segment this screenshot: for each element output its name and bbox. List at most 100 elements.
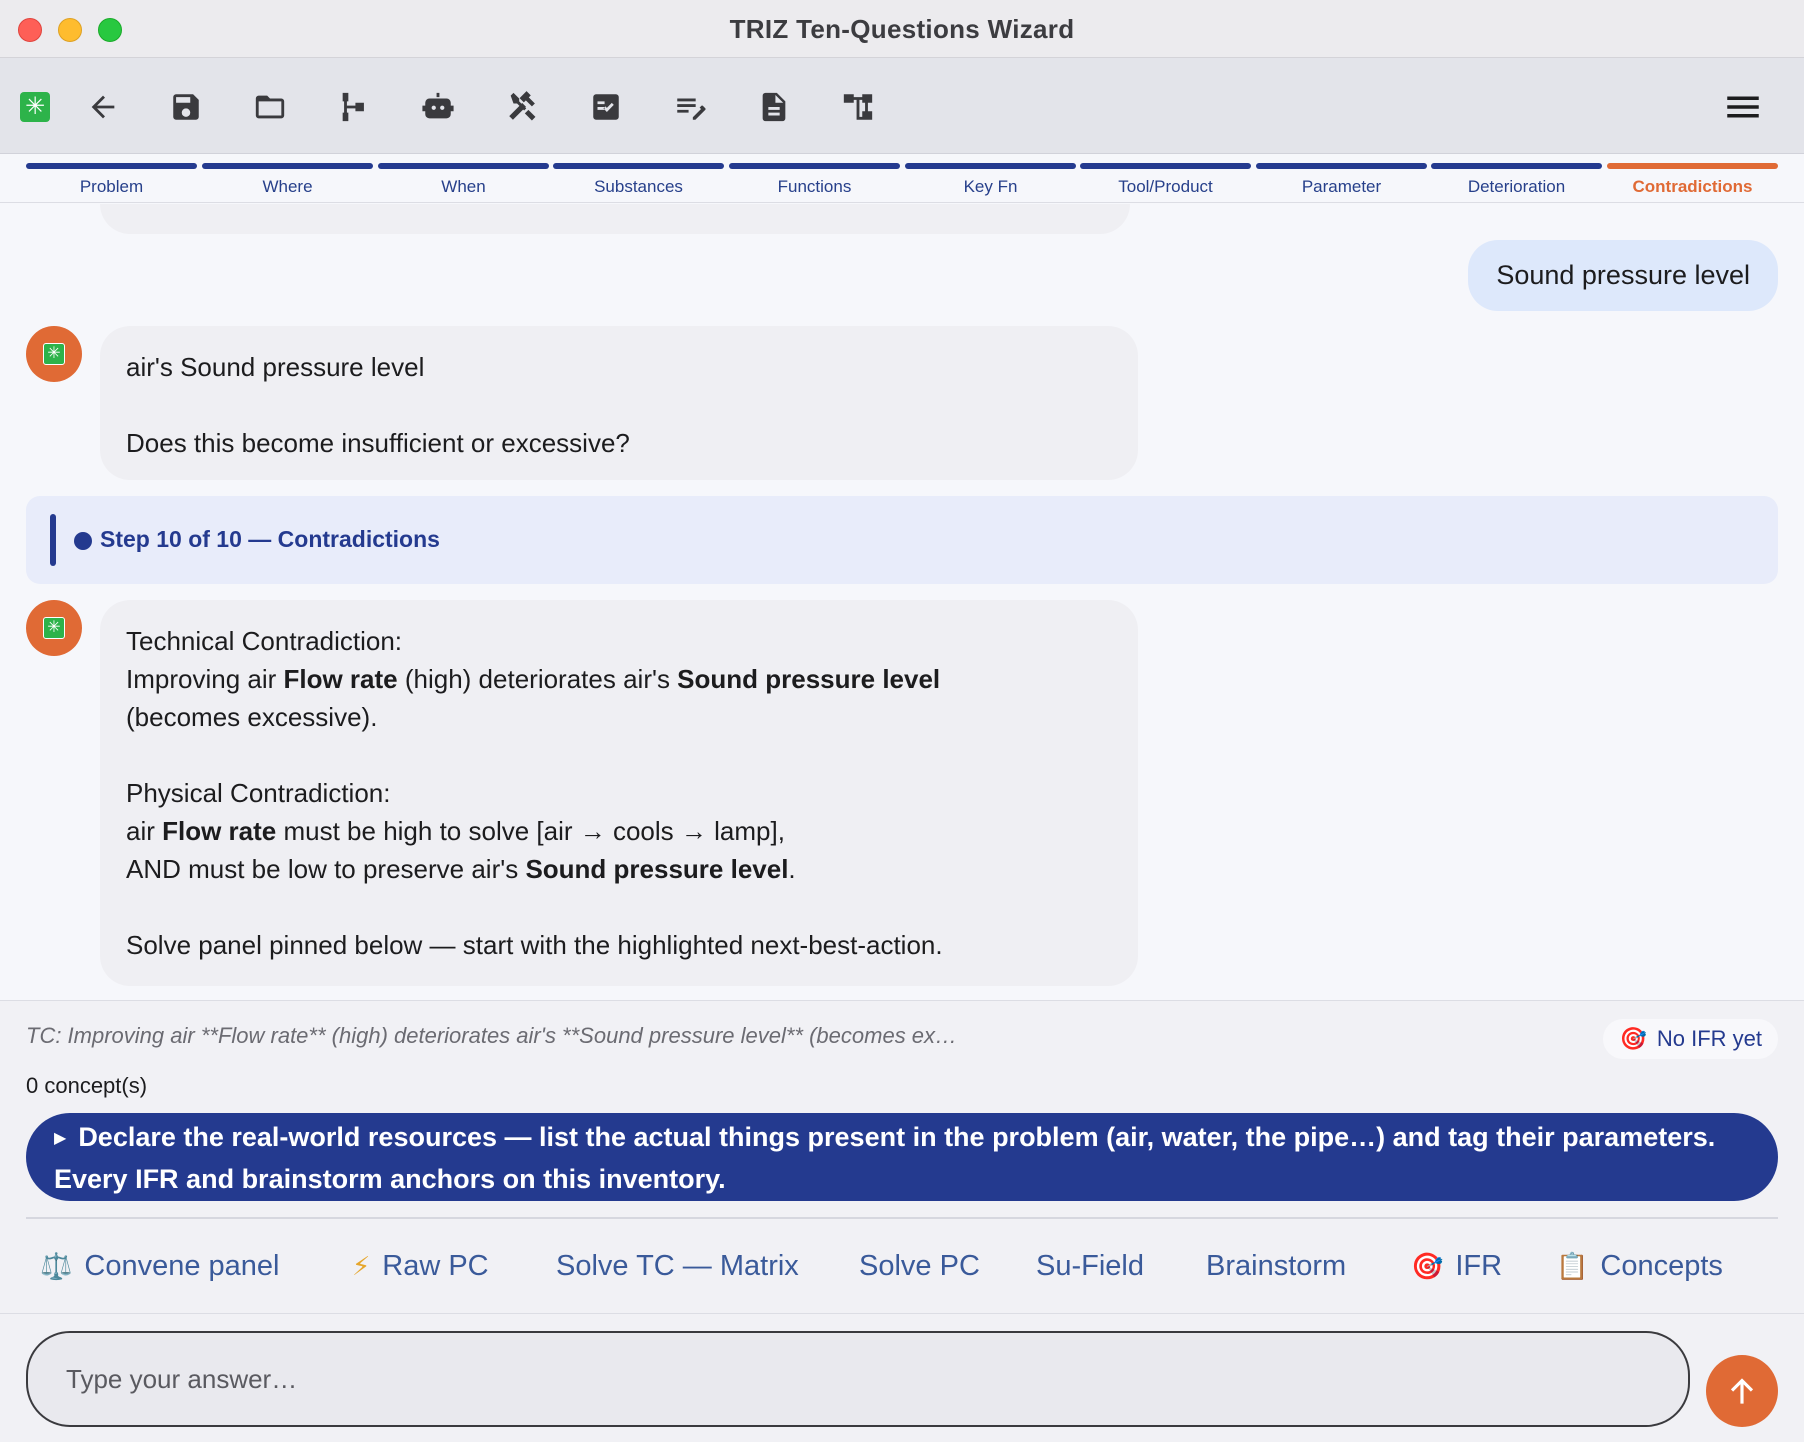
user-message-bubble: Sound pressure level — [1468, 240, 1778, 311]
title-bar: TRIZ Ten-Questions Wizard — [0, 0, 1804, 58]
toolbar: ✳ — [0, 58, 1804, 154]
tab-where[interactable]: Where — [202, 163, 373, 201]
divider — [0, 1313, 1804, 1314]
lightning-icon: ⚡ — [352, 1250, 371, 1281]
arrow-up-icon — [1730, 1378, 1754, 1404]
message-line: Does this become insufficient or excessi… — [126, 428, 630, 458]
tab-label: Key Fn — [963, 177, 1018, 196]
hierarchy-button[interactable] — [833, 82, 883, 132]
tab-label: Where — [262, 177, 313, 196]
checklist-icon — [593, 94, 619, 120]
pc-line-2: AND must be low to preserve air's Sound … — [126, 854, 796, 884]
back-button[interactable] — [78, 82, 128, 132]
app-logo-icon: ✳ — [43, 617, 65, 639]
action-label: Raw PC — [382, 1249, 489, 1282]
solve-tc-matrix-button[interactable]: Solve TC — Matrix — [556, 1241, 799, 1291]
robot-icon — [422, 92, 454, 119]
tools-button[interactable] — [497, 82, 547, 132]
save-icon — [173, 94, 199, 120]
ifr-status-chip[interactable]: 🎯 No IFR yet — [1603, 1019, 1778, 1059]
tab-label: Problem — [79, 177, 144, 196]
tab-bar — [905, 163, 1076, 169]
scales-icon: ⚖️ — [40, 1250, 73, 1281]
divider — [26, 1217, 1778, 1219]
tc-summary: TC: Improving air **Flow rate** (high) d… — [26, 1023, 958, 1048]
ifr-button[interactable]: 🎯 IFR — [1411, 1241, 1502, 1291]
tab-key-fn[interactable]: Key Fn — [905, 163, 1076, 201]
tab-label: Deterioration — [1467, 177, 1566, 196]
action-label: Solve PC — [859, 1249, 980, 1282]
play-triangle-icon: ▶ — [54, 1130, 67, 1147]
tab-problem[interactable]: Problem — [26, 163, 197, 201]
step-dot-icon — [74, 532, 92, 550]
edit-notes-button[interactable] — [665, 82, 715, 132]
tab-tool-product[interactable]: Tool/Product — [1080, 163, 1251, 201]
tab-bar — [1256, 163, 1427, 169]
ifr-status-label: No IFR yet — [1656, 1026, 1762, 1051]
assistant-message-bubble: air's Sound pressure level Does this bec… — [100, 326, 1138, 480]
app-logo-icon: ✳ — [43, 343, 65, 365]
tab-label: When — [441, 177, 486, 196]
assistant-button[interactable] — [413, 82, 463, 132]
tab-deterioration[interactable]: Deterioration — [1431, 163, 1602, 201]
tc-line: Improving air Flow rate (high) deteriora… — [126, 664, 941, 694]
document-button[interactable] — [749, 82, 799, 132]
tab-substances[interactable]: Substances — [553, 163, 724, 201]
app-window: TRIZ Ten-Questions Wizard ✳ Problem Wher… — [0, 0, 1804, 1442]
step-banner: Step 10 of 10 — Contradictions — [26, 496, 1778, 584]
previous-message-bubble — [100, 204, 1130, 234]
main-menu-button[interactable] — [1722, 86, 1764, 128]
solve-panel: TC: Improving air **Flow rate** (high) d… — [0, 1000, 1804, 1442]
tc-line-end: (becomes excessive). — [126, 702, 378, 732]
action-label: Su-Field — [1036, 1249, 1144, 1282]
next-best-action-button[interactable]: ▶ Declare the real-world resources — list… — [26, 1113, 1778, 1201]
pc-heading: Physical Contradiction: — [126, 778, 391, 808]
back-icon — [91, 95, 115, 119]
target-icon: 🎯 — [1619, 1026, 1647, 1051]
window-title: TRIZ Ten-Questions Wizard — [729, 14, 1075, 44]
concept-count: 0 concept(s) — [26, 1073, 148, 1098]
tree-view-button[interactable] — [329, 82, 379, 132]
concepts-button[interactable]: 📋 Concepts — [1556, 1241, 1723, 1291]
hamburger-icon — [1727, 96, 1759, 118]
chat-transcript[interactable]: Sound pressure level ✳ air's Sound press… — [0, 204, 1804, 1000]
tab-bar — [202, 163, 373, 169]
document-icon — [762, 92, 786, 122]
next-best-action-label: Declare the real-world resources — list … — [54, 1122, 1716, 1194]
tools-icon — [509, 91, 536, 121]
contradiction-message-bubble: Technical Contradiction: Improving air F… — [100, 600, 1138, 986]
action-label: Concepts — [1600, 1249, 1723, 1282]
message-line: air's Sound pressure level — [126, 352, 425, 382]
tab-label: Contradictions — [1632, 177, 1753, 196]
tab-bar — [1607, 163, 1778, 169]
raw-pc-button[interactable]: ⚡ Raw PC — [352, 1241, 489, 1291]
folder-icon — [255, 95, 285, 119]
tab-functions[interactable]: Functions — [729, 163, 900, 201]
tc-heading: Technical Contradiction: — [126, 626, 403, 656]
tab-label: Tool/Product — [1118, 177, 1213, 196]
su-field-button[interactable]: Su-Field — [1036, 1241, 1144, 1291]
tab-bar — [1431, 163, 1602, 169]
tab-bar — [1080, 163, 1251, 169]
brainstorm-button[interactable]: Brainstorm — [1206, 1241, 1346, 1291]
send-button[interactable] — [1706, 1355, 1778, 1427]
edit-notes-icon — [677, 98, 706, 120]
convene-panel-button[interactable]: ⚖️ Convene panel — [40, 1241, 279, 1291]
tab-bar — [378, 163, 549, 169]
answer-input[interactable] — [28, 1333, 1688, 1425]
solve-actions: ⚖️ Convene panel ⚡ Raw PC Solve TC — Mat… — [26, 1241, 1778, 1291]
save-button[interactable] — [161, 82, 211, 132]
checklist-button[interactable] — [581, 82, 631, 132]
tab-when[interactable]: When — [378, 163, 549, 201]
tab-label: Substances — [594, 177, 683, 196]
closing-line: Solve panel pinned below — start with th… — [126, 930, 943, 960]
tab-contradictions[interactable]: Contradictions — [1607, 163, 1778, 201]
tab-bar — [729, 163, 900, 169]
open-folder-button[interactable] — [245, 82, 295, 132]
step-tabs: Problem Where When Substances Functions … — [0, 155, 1804, 203]
tab-parameter[interactable]: Parameter — [1256, 163, 1427, 201]
answer-input-container — [26, 1331, 1690, 1427]
solve-pc-button[interactable]: Solve PC — [859, 1241, 980, 1291]
tree-icon — [342, 92, 364, 122]
action-label: Brainstorm — [1206, 1249, 1347, 1282]
